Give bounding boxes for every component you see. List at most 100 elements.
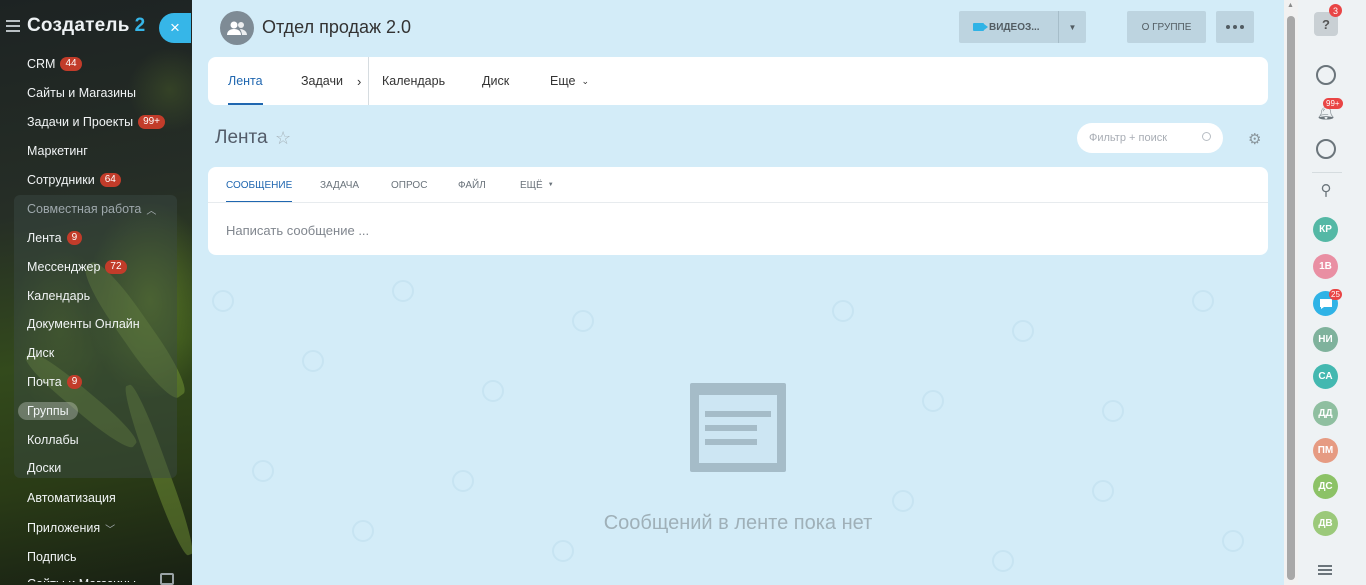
empty-state-text: Сообщений в ленте пока нет xyxy=(603,512,873,534)
avatar-badge: 25 xyxy=(1329,289,1342,300)
sidebar-item-tasks[interactable]: Задачи и Проекты 99+ xyxy=(27,112,166,132)
sidebar-item-disk[interactable]: Диск xyxy=(27,343,54,363)
avatar[interactable]: СА xyxy=(1313,364,1338,389)
avatar[interactable]: ПМ xyxy=(1313,438,1338,463)
more-options-button[interactable] xyxy=(1216,11,1254,43)
sidebar-item-applications[interactable]: Приложения ﹀ xyxy=(27,518,115,538)
chevron-down-icon: ﹀ xyxy=(105,524,116,536)
sidebar-item-label: Лента xyxy=(27,231,62,245)
tab-disk[interactable]: Диск xyxy=(482,57,509,105)
sidebar-item-label: Сайты и Магазины xyxy=(27,86,136,100)
tab-calendar[interactable]: Календарь xyxy=(382,57,445,105)
sidebar-item-label: Сайты и Магазины xyxy=(27,577,136,585)
sidebar-item-collabs[interactable]: Коллабы xyxy=(27,430,79,450)
sidebar-item-sites-bottom[interactable]: Сайты и Магазины xyxy=(27,574,136,585)
filter-search-input[interactable]: Фильтр + поиск xyxy=(1077,123,1223,153)
gear-icon[interactable]: ⚙ xyxy=(1248,130,1261,148)
post-composer: СООБЩЕНИЕ ЗАДАЧА ОПРОС ФАЙЛ ЕЩЁ ▼ Написа… xyxy=(208,167,1268,255)
about-group-button[interactable]: О ГРУППЕ xyxy=(1127,11,1206,43)
sidebar-item-label: Почта xyxy=(27,375,62,389)
counter-badge: 99+ xyxy=(138,115,166,129)
avatar[interactable]: НИ xyxy=(1313,327,1338,352)
sidebar-item-boards[interactable]: Доски xyxy=(27,458,61,478)
avatar[interactable]: ДВ xyxy=(1313,511,1338,536)
sidebar-item-label: Маркетинг xyxy=(27,144,88,158)
filter-placeholder: Фильтр + поиск xyxy=(1089,132,1168,144)
counter-badge: 9 xyxy=(66,375,83,389)
sidebar-item-label: CRM xyxy=(27,57,56,71)
sidebar-item-label: Сотрудники xyxy=(27,173,95,187)
logo-text: Создатель xyxy=(27,15,130,36)
counter-badge: 72 xyxy=(105,260,127,274)
sidebar-item-messenger[interactable]: Мессенджер 72 xyxy=(27,257,127,277)
main-content: Отдел продаж 2.0 ВИДЕОЗ... ▼ О ГРУППЕ Ле… xyxy=(192,0,1284,585)
tab-poll[interactable]: ОПРОС xyxy=(391,167,427,203)
divider xyxy=(208,202,1268,203)
search-icon[interactable] xyxy=(1202,132,1211,141)
search-icon[interactable]: ⚲ xyxy=(1314,178,1338,202)
sidebar-item-feed[interactable]: Лента 9 xyxy=(27,228,83,248)
counter-badge: 64 xyxy=(99,173,121,187)
sidebar-item-label: Приложения xyxy=(27,521,101,535)
rail-menu-icon[interactable] xyxy=(1318,565,1332,575)
chevron-down-icon: ⌄ xyxy=(581,75,589,86)
tab-label: ЕЩЁ xyxy=(520,179,543,191)
tab-tasks[interactable]: Задачи › xyxy=(301,57,361,105)
sidebar-item-marketing[interactable]: Маркетинг xyxy=(27,141,88,161)
camera-icon xyxy=(973,23,988,31)
chevron-up-icon: ︿ xyxy=(146,205,157,217)
tab-label: Еще xyxy=(550,74,576,88)
sidebar-item-label: Документы Онлайн xyxy=(27,317,140,331)
sidebar-item-label: Подпись xyxy=(27,550,77,564)
tab-more[interactable]: Еще ⌄ xyxy=(550,57,589,105)
sidebar-item-employees[interactable]: Сотрудники 64 xyxy=(27,170,121,190)
counter-badge: 9 xyxy=(66,231,83,245)
dot xyxy=(1226,25,1230,29)
left-sidebar: Создатель 2 CRM 44 Сайты и Магазины Зада… xyxy=(0,0,192,585)
sidebar-section-collaboration[interactable]: Совместная работа ︿ xyxy=(27,199,156,219)
tab-more-post[interactable]: ЕЩЁ ▼ xyxy=(520,167,554,203)
tab-file[interactable]: ФАЙЛ xyxy=(458,167,486,203)
sidebar-item-sites[interactable]: Сайты и Магазины xyxy=(27,83,136,103)
close-sidebar-button[interactable]: × xyxy=(159,13,191,43)
menu-icon[interactable] xyxy=(6,20,20,32)
avatar[interactable]: КР xyxy=(1313,217,1338,242)
tab-task[interactable]: ЗАДАЧА xyxy=(320,167,359,203)
chevron-right-icon[interactable]: › xyxy=(357,74,361,89)
sidebar-item-documents[interactable]: Документы Онлайн xyxy=(27,314,140,334)
chat-bubble-icon xyxy=(1319,298,1332,309)
copilot-icon[interactable] xyxy=(1314,63,1338,87)
group-avatar[interactable] xyxy=(220,11,254,45)
sidebar-item-automation[interactable]: Автоматизация xyxy=(27,488,116,508)
sidebar-item-signature[interactable]: Подпись xyxy=(27,547,76,567)
logo-number: 2 xyxy=(134,15,146,36)
video-call-button[interactable]: ВИДЕОЗ... ▼ xyxy=(959,11,1086,43)
sidebar-item-label: Коллабы xyxy=(27,433,79,447)
avatar[interactable]: ДС xyxy=(1313,474,1338,499)
star-icon[interactable]: ☆ xyxy=(275,128,291,149)
avatar[interactable]: 1В xyxy=(1313,254,1338,279)
scrollbar-thumb[interactable] xyxy=(1287,16,1295,580)
sidebar-item-crm[interactable]: CRM 44 xyxy=(27,54,82,74)
caret-down-icon[interactable]: ▼ xyxy=(1059,23,1086,32)
sidebar-item-calendar[interactable]: Календарь xyxy=(27,286,90,306)
video-call-main[interactable]: ВИДЕОЗ... xyxy=(959,11,1059,43)
tab-separator xyxy=(368,57,369,105)
group-title: Отдел продаж 2.0 xyxy=(262,17,412,37)
sidebar-item-label: Задачи и Проекты xyxy=(27,115,134,129)
dot xyxy=(1240,25,1244,29)
printer-icon[interactable] xyxy=(160,573,174,585)
logo[interactable]: Создатель 2 xyxy=(6,14,145,38)
tab-message[interactable]: СООБЩЕНИЕ xyxy=(226,167,293,203)
page-title: Лента xyxy=(215,127,268,148)
message-input[interactable]: Написать сообщение ... xyxy=(226,223,369,238)
scroll-up-arrow[interactable]: ▲ xyxy=(1287,2,1294,9)
avatar[interactable]: ДД xyxy=(1313,401,1338,426)
chat-search-icon[interactable] xyxy=(1314,137,1338,161)
sidebar-item-label: Автоматизация xyxy=(27,491,116,505)
sidebar-item-label: Группы xyxy=(18,402,78,420)
sidebar-item-groups[interactable]: Группы xyxy=(18,401,78,421)
sidebar-item-mail[interactable]: Почта 9 xyxy=(27,372,83,392)
tab-feed[interactable]: Лента xyxy=(228,57,263,105)
caret-down-icon: ▼ xyxy=(547,182,554,188)
